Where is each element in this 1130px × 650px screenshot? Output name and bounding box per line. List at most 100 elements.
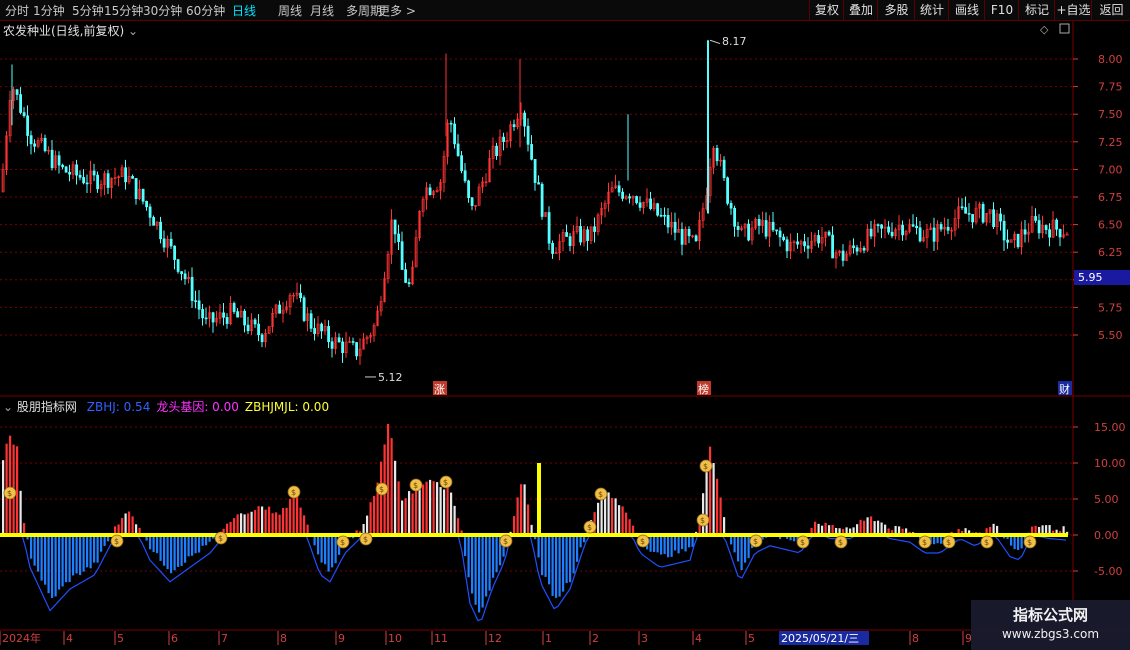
indicator-bar <box>173 535 176 571</box>
x-axis-label: 9 <box>338 632 345 645</box>
stock-title: 农发种业(日线,前复权) <box>3 24 125 38</box>
candle-body <box>628 196 632 199</box>
candle-body <box>1055 219 1059 230</box>
x-axis-label: 10 <box>388 632 402 645</box>
indicator-bar <box>492 535 495 578</box>
indicator-bar <box>47 535 50 594</box>
stock-title-row[interactable]: 农发种业(日线,前复权) ⌄ <box>3 22 138 39</box>
indicator-bar <box>625 512 628 535</box>
candle-body <box>890 231 894 237</box>
indicator-bar <box>233 518 236 535</box>
candle-body <box>806 245 810 249</box>
candle-body <box>246 324 250 332</box>
toolbar-button[interactable]: 叠加 <box>843 0 878 20</box>
indicator-bar <box>124 513 127 535</box>
price-axis-label: 5.50 <box>1098 329 1123 342</box>
period-tab[interactable]: 60分钟 <box>186 2 225 19</box>
toolbar-button[interactable]: 多股 <box>877 0 915 20</box>
period-tab[interactable]: 日线 <box>232 2 256 19</box>
candle-body <box>869 228 873 237</box>
candle-body <box>771 222 775 231</box>
x-axis-label: 11 <box>434 632 448 645</box>
x-axis-label: 8 <box>280 632 287 645</box>
indicator-bar <box>551 535 554 596</box>
candle-body <box>159 221 163 240</box>
chevron-down-icon[interactable]: ⌄ <box>3 400 13 414</box>
price-axis-label: 6.25 <box>1098 246 1123 259</box>
indicator-bar <box>380 461 383 535</box>
period-tab[interactable]: 30分钟 <box>143 2 182 19</box>
candle-body <box>796 241 800 245</box>
indicator-bar <box>439 487 442 535</box>
indicator-bar <box>282 508 285 535</box>
candle-body <box>999 213 1003 222</box>
toolbar-button[interactable]: 统计 <box>914 0 949 20</box>
candle-body <box>1058 229 1062 238</box>
indicator-bar <box>61 535 64 587</box>
period-tab[interactable]: 周线 <box>278 2 302 19</box>
money-bag-glyph: $ <box>503 537 508 546</box>
indicator-bar <box>86 535 89 568</box>
price-axis-label: 6.75 <box>1098 191 1123 204</box>
indicator-bar <box>485 535 488 597</box>
indicator-bar <box>292 494 295 535</box>
money-bag-glyph: $ <box>800 538 805 547</box>
indicator-bar <box>401 500 404 535</box>
candle-body <box>502 136 506 142</box>
high-price-label: 8.17 <box>722 35 747 48</box>
period-tab[interactable]: 15分钟 <box>104 2 143 19</box>
indicator-bar <box>527 504 530 535</box>
x-axis-label: 5 <box>117 632 124 645</box>
indicator-bar <box>58 535 61 590</box>
toolbar-button[interactable]: 标记 <box>1018 0 1055 20</box>
candle-body <box>211 312 215 323</box>
money-bag-glyph: $ <box>984 538 989 547</box>
candle-body <box>253 319 257 325</box>
indicator-bar <box>520 484 523 535</box>
toolbar-button[interactable]: 复权 <box>809 0 844 20</box>
indicator-bar <box>618 505 621 535</box>
period-tab[interactable]: 月线 <box>310 2 334 19</box>
indicator-bar <box>684 535 687 552</box>
period-tab[interactable]: 多周期 <box>346 2 382 19</box>
toolbar-button[interactable]: 返回 <box>1091 0 1130 20</box>
toolbar-button[interactable]: 画线 <box>948 0 985 20</box>
candle-body <box>299 292 303 299</box>
candle-body <box>533 159 537 183</box>
toolbar-button[interactable]: F10 <box>984 0 1019 20</box>
indicator-bar <box>320 535 323 563</box>
candle-body <box>551 242 555 254</box>
chevron-down-icon[interactable]: ⌄ <box>128 24 138 38</box>
indicator-bar <box>611 497 614 535</box>
candle-body <box>694 235 698 242</box>
indicator-bar <box>681 535 684 550</box>
period-tab[interactable]: 5分钟 <box>72 2 104 19</box>
indicator-bar <box>191 535 194 556</box>
period-tab[interactable]: 更多 > <box>378 2 416 19</box>
candle-body <box>537 182 541 185</box>
candle-body <box>981 204 985 223</box>
candle-body <box>946 226 950 231</box>
money-bag-glyph: $ <box>7 489 12 498</box>
candle-body <box>523 112 527 127</box>
indicator-bar <box>30 535 33 559</box>
candle-body <box>327 326 331 343</box>
candle-body <box>355 342 359 357</box>
indicator-bar <box>324 535 327 565</box>
toolbar-button[interactable]: +自选 <box>1054 0 1092 20</box>
period-tab[interactable]: 分时 <box>5 2 29 19</box>
chart-canvas[interactable]: 8.007.757.507.257.006.756.506.256.005.75… <box>0 0 1130 650</box>
x-axis-label: 1 <box>545 632 552 645</box>
period-tab[interactable]: 1分钟 <box>33 2 65 19</box>
indicator-bar <box>390 438 393 535</box>
indicator-bar <box>541 535 544 576</box>
indicator-title-row[interactable]: ⌄ 股朋指标网 ZBHJ: 0.54 龙头基因: 0.00 ZBHJMJL: 0.0… <box>3 398 329 415</box>
candle-body <box>460 155 464 172</box>
indicator-bar <box>649 535 652 552</box>
candle-body <box>785 239 789 252</box>
x-axis-label: 2 <box>592 632 599 645</box>
low-price-label: 5.12 <box>378 371 403 384</box>
candle-body <box>621 191 625 199</box>
money-bag-glyph: $ <box>703 462 708 471</box>
indicator-bar <box>33 535 36 566</box>
